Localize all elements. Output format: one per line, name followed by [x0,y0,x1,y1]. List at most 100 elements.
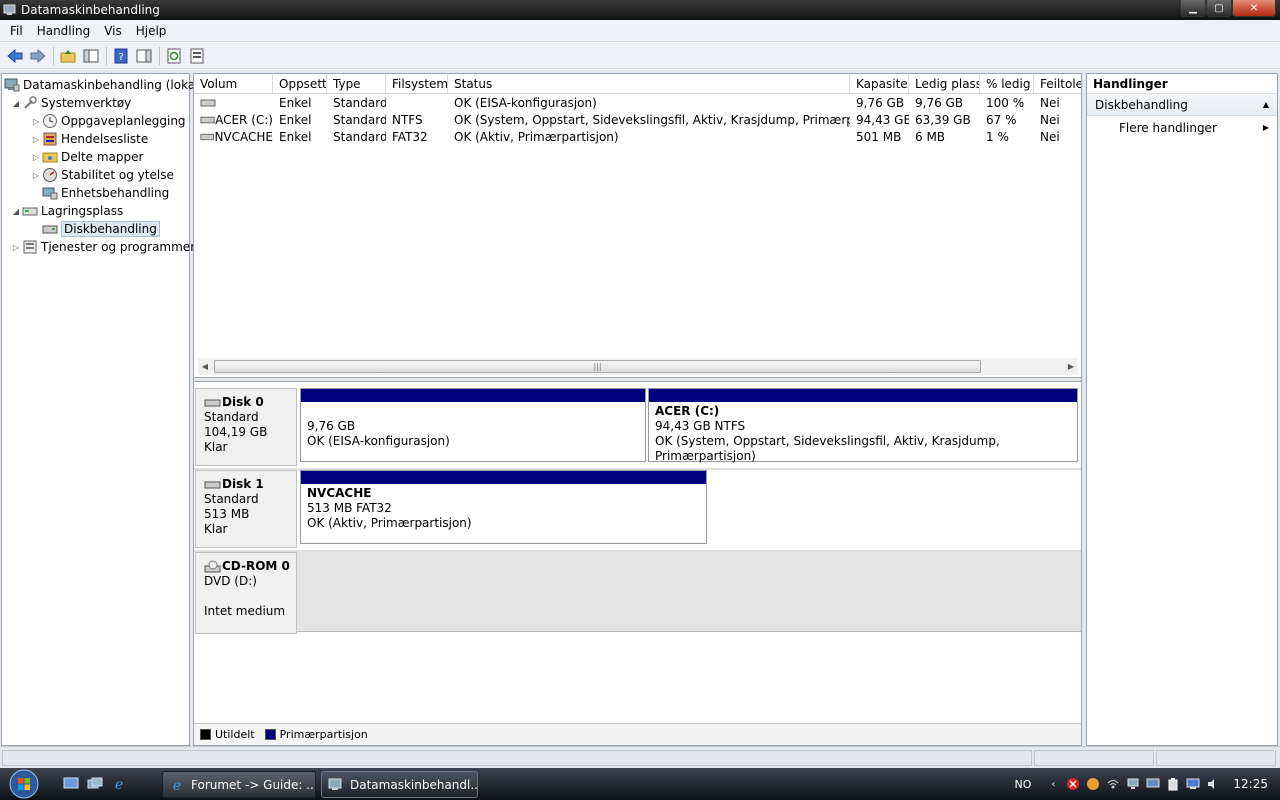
tree-item-systemverktoy[interactable]: ◢ Systemverktøy [10,94,131,112]
legend-unallocated: Utildelt [200,728,255,741]
partition-eisa[interactable]: 9,76 GB OK (EISA-konfigurasjon) [300,388,646,462]
table-row[interactable]: ACER (C:) Enkel Standard NTFS OK (System… [194,111,1081,128]
shared-folder-icon [42,149,58,165]
show-hide-action-pane-button[interactable] [133,45,155,67]
tree-item-enhetsbehandling[interactable]: Enhetsbehandling [42,184,169,202]
taskbar-clock[interactable]: 12:25 [1233,777,1268,791]
language-indicator[interactable]: NO [1015,778,1032,791]
scrollbar-thumb[interactable]: ||| [214,360,981,373]
back-button[interactable] [4,45,26,67]
expand-icon[interactable]: ▷ [30,117,42,126]
network-icon[interactable] [1125,776,1141,792]
scroll-left-icon[interactable]: ◀ [198,362,212,371]
tree-item-delte-mapper[interactable]: ▷ Delte mapper [30,148,144,166]
column-header-kapasitet[interactable]: Kapasitet [850,74,909,94]
window-controls: ▁ ▢ ✕ [1180,0,1276,17]
event-viewer-icon [42,131,58,147]
collapse-up-icon[interactable]: ▲ [1263,94,1269,116]
cdrom-0-label[interactable]: CD-ROM 0 DVD (D:) Intet medium [195,552,297,634]
clock-icon [42,113,58,129]
column-header-ledig-plass[interactable]: Ledig plass [909,74,980,94]
table-row[interactable]: NVCACHE Enkel Standard FAT32 OK (Aktiv, … [194,128,1081,145]
properties-button[interactable] [186,45,208,67]
disk-1-label[interactable]: Disk 1 Standard 513 MB Klar [195,470,297,548]
app-tray-icon[interactable] [1085,776,1101,792]
legend-swatch-unallocated [200,729,211,740]
column-header-status[interactable]: Status [448,74,850,94]
expand-icon[interactable]: ▷ [30,153,42,162]
svg-text:e: e [115,777,123,792]
refresh-button[interactable] [163,45,185,67]
column-header-volum[interactable]: Volum [194,74,273,94]
performance-icon [42,167,58,183]
display-settings-icon[interactable] [1185,776,1201,792]
internet-explorer-icon[interactable]: e [108,773,130,795]
disk-1-partitions: NVCACHE 513 MB FAT32 OK (Aktiv, Primærpa… [297,470,709,550]
forward-button[interactable] [27,45,49,67]
start-button[interactable] [4,768,44,800]
tree-item-diskbehandling[interactable]: Diskbehandling [42,220,160,238]
menu-fil[interactable]: Fil [3,24,30,38]
partition-nvcache[interactable]: NVCACHE 513 MB FAT32 OK (Aktiv, Primærpa… [300,470,707,544]
tree-item-root[interactable]: Datamaskinbehandling (lokal) [4,76,203,94]
disk-management-icon [42,221,58,237]
console-tree-icon [83,49,99,62]
window-title: Datamaskinbehandling [21,3,160,17]
refresh-icon [167,48,181,63]
taskbar-button-datamaskinbehandling[interactable]: Datamaskinbehandl... [321,771,478,798]
switch-windows-icon[interactable] [84,773,106,795]
computer-management-icon [3,3,17,17]
security-alert-icon[interactable] [1065,776,1081,792]
expand-icon[interactable]: ▷ [10,243,22,252]
menu-vis[interactable]: Vis [97,24,129,38]
up-folder-button[interactable] [57,45,79,67]
close-button[interactable]: ✕ [1232,0,1276,17]
partition-acer-c[interactable]: ACER (C:) 94,43 GB NTFS OK (System, Opps… [648,388,1078,463]
column-header-filsystem[interactable]: Filsystem [386,74,448,94]
status-segment [1156,750,1276,766]
tree-item-lagringsplass[interactable]: ◢ Lagringsplass [10,202,123,220]
tree-item-hendelsesliste[interactable]: ▷ Hendelsesliste [30,130,148,148]
help-button[interactable]: ? [110,45,132,67]
expand-icon[interactable]: ▷ [30,171,42,180]
table-row[interactable]: Enkel Standard OK (EISA-konfigurasjon) 9… [194,94,1081,111]
tree-item-oppgaveplanlegging[interactable]: ▷ Oppgaveplanlegging [30,112,186,130]
help-icon: ? [114,48,128,63]
monitor-icon[interactable] [1145,776,1161,792]
taskbar-button-forumet[interactable]: e Forumet -> Guide: ... [162,771,316,798]
menu-handling[interactable]: Handling [30,24,98,38]
actions-title: Handlinger [1087,74,1277,94]
column-header-prosent-ledig[interactable]: % ledig [980,74,1034,94]
tray-expand-icon[interactable]: ‹ [1045,776,1061,792]
show-desktop-icon[interactable] [60,773,82,795]
drive-icon [200,116,215,123]
legend-swatch-primary [264,729,276,740]
menu-bar: Fil Handling Vis Hjelp [0,20,1280,42]
maximize-button[interactable]: ▢ [1206,0,1232,17]
legend: Utildelt Primærpartisjon [194,723,1081,745]
collapse-icon[interactable]: ◢ [10,207,22,216]
battery-power-icon[interactable] [1165,776,1181,792]
folder-up-icon [60,49,76,62]
expand-icon[interactable]: ▷ [30,135,42,144]
column-header-oppsett[interactable]: Oppsett [273,74,327,94]
title-bar: Datamaskinbehandling ▁ ▢ ✕ [0,0,1280,20]
collapse-icon[interactable]: ◢ [10,99,22,108]
console-tree: Datamaskinbehandling (lokal) ◢ Systemver… [1,73,203,746]
horizontal-scrollbar[interactable]: ◀ ||| ▶ [198,358,1078,375]
internet-explorer-icon: e [169,777,185,793]
wireless-icon[interactable] [1105,776,1121,792]
volume-icon[interactable] [1205,776,1221,792]
tree-item-stabilitet[interactable]: ▷ Stabilitet og ytelse [30,166,174,184]
scroll-right-icon[interactable]: ▶ [1064,362,1078,371]
menu-hjelp[interactable]: Hjelp [129,24,174,38]
tree-item-tjenester[interactable]: ▷ Tjenester og programmer [10,238,195,256]
column-header-feiltoleranse[interactable]: Feiltoler [1034,74,1081,94]
action-more-actions[interactable]: Flere handlinger ▶ [1087,116,1277,140]
minimize-button[interactable]: ▁ [1180,0,1206,17]
actions-section-diskbehandling[interactable]: Diskbehandling ▲ [1087,94,1277,116]
column-header-type[interactable]: Type [327,74,386,94]
computer-management-icon [328,777,344,793]
show-hide-tree-button[interactable] [80,45,102,67]
disk-0-label[interactable]: Disk 0 Standard 104,19 GB Klar [195,388,297,466]
